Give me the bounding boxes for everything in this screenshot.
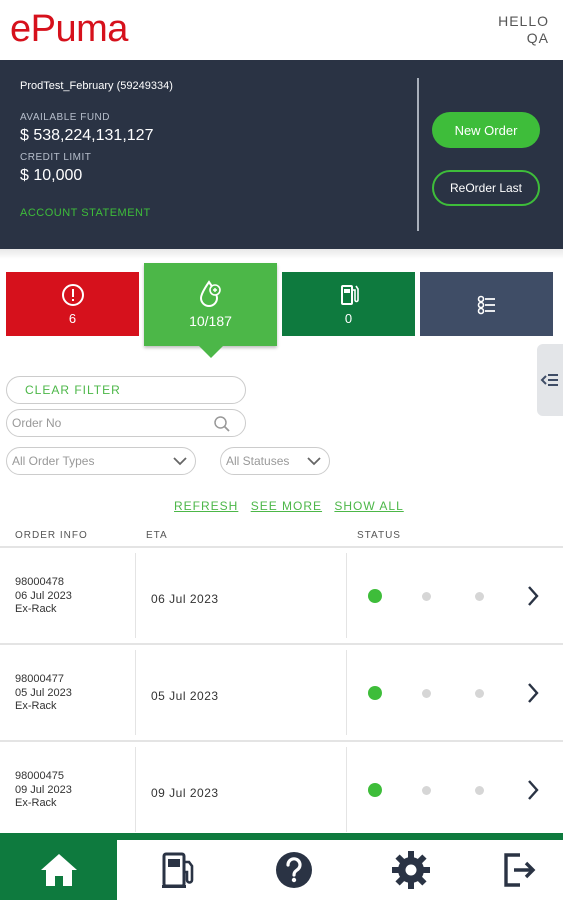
order-info-cell: 98000477 05 Jul 2023 Ex-Rack (15, 673, 72, 714)
help-icon (275, 852, 312, 888)
order-no-placeholder: Order No (12, 416, 62, 430)
status-step-pending (475, 592, 484, 601)
credit-limit-label: CREDIT LIMIT (20, 152, 92, 163)
show-all-link[interactable]: SHOW ALL (334, 499, 403, 513)
order-date: 05 Jul 2023 (15, 686, 72, 699)
reorder-last-button[interactable]: ReOrder Last (432, 170, 540, 206)
statuses-value: All Statuses (226, 454, 290, 468)
clear-filter-button[interactable]: CLEAR FILTER (6, 376, 246, 404)
tile-alerts[interactable]: 6 (6, 272, 139, 336)
order-date: 09 Jul 2023 (15, 783, 72, 796)
new-order-button[interactable]: New Order (432, 112, 540, 148)
account-statement-link[interactable]: ACCOUNT STATEMENT (20, 207, 151, 219)
col-eta: ETA (146, 530, 168, 541)
greeting-hello: HELLO (498, 13, 549, 29)
table-row[interactable]: 98000477 05 Jul 2023 Ex-Rack 05 Jul 2023 (0, 643, 563, 738)
status-step-done (368, 589, 382, 603)
order-types-value: All Order Types (12, 454, 95, 468)
alert-icon (60, 282, 86, 308)
order-number: 98000477 (15, 673, 64, 685)
orders-table-header: ORDER INFO ETA STATUS (0, 530, 563, 546)
content-shadow (0, 249, 563, 259)
top-bar: ePuma HELLO QA (0, 0, 563, 60)
side-drawer-tab[interactable] (537, 344, 563, 416)
available-fund-label: AVAILABLE FUND (20, 112, 110, 123)
epuma-logo: ePuma (10, 8, 128, 50)
available-fund-value: $ 538,224,131,127 (20, 127, 154, 144)
logout-icon (503, 853, 535, 887)
nav-settings[interactable] (346, 840, 476, 900)
pumps-count: 0 (344, 311, 353, 326)
cell-divider (346, 553, 347, 638)
cell-divider (346, 650, 347, 735)
order-number: 98000475 (15, 770, 64, 782)
fuel-drop-icon (198, 280, 224, 307)
eta-cell: 09 Jul 2023 (151, 786, 219, 800)
chevron-down-icon (173, 457, 187, 466)
collapse-left-icon (540, 374, 558, 386)
search-icon[interactable] (213, 415, 231, 433)
chevron-down-icon (307, 457, 321, 466)
fuel-pump-icon (336, 282, 362, 308)
order-type: Ex-Rack (15, 603, 57, 615)
account-name: ProdTest_February (59249334) (20, 80, 173, 92)
eta-cell: 05 Jul 2023 (151, 689, 219, 703)
status-step-pending (422, 786, 431, 795)
order-number: 98000478 (15, 576, 64, 588)
order-type: Ex-Rack (15, 700, 57, 712)
cell-divider (346, 747, 347, 832)
user-greeting[interactable]: HELLO QA (498, 13, 549, 47)
statuses-select[interactable]: All Statuses (220, 447, 330, 475)
tile-filter-list[interactable] (420, 272, 553, 336)
cell-divider (135, 650, 136, 735)
fuel-station-icon (162, 852, 194, 888)
home-icon (40, 854, 77, 886)
order-types-select[interactable]: All Order Types (6, 447, 196, 475)
table-row[interactable]: 98000475 09 Jul 2023 Ex-Rack 09 Jul 2023 (0, 740, 563, 835)
order-no-field[interactable]: Order No (6, 409, 246, 437)
chevron-right-icon[interactable] (525, 779, 541, 801)
list-actions: REFRESH SEE MORE SHOW ALL (174, 499, 412, 513)
nav-home[interactable] (0, 840, 117, 900)
credit-limit-value: $ 10,000 (20, 167, 83, 184)
nav-fuel-station[interactable] (117, 840, 241, 900)
settings-gear-icon (392, 851, 430, 889)
nav-logout[interactable] (476, 840, 563, 900)
tile-orders[interactable]: 10/187 (144, 263, 277, 358)
order-info-cell: 98000478 06 Jul 2023 Ex-Rack (15, 576, 72, 617)
status-step-done (368, 686, 382, 700)
col-status: STATUS (357, 530, 401, 541)
tile-selected-pointer (199, 346, 223, 358)
status-step-pending (422, 689, 431, 698)
chevron-right-icon[interactable] (525, 585, 541, 607)
greeting-username: QA (526, 30, 549, 46)
account-divider (417, 78, 419, 231)
status-step-pending (422, 592, 431, 601)
see-more-link[interactable]: SEE MORE (251, 499, 322, 513)
cell-divider (135, 747, 136, 832)
orders-count: 10/187 (189, 313, 232, 329)
cell-divider (135, 553, 136, 638)
col-order-info: ORDER INFO (15, 530, 88, 541)
tile-pumps[interactable]: 0 (282, 272, 415, 336)
list-filter-icon (474, 292, 500, 318)
order-type: Ex-Rack (15, 797, 57, 809)
account-panel: ProdTest_February (59249334) AVAILABLE F… (0, 60, 563, 249)
status-step-pending (475, 786, 484, 795)
status-step-done (368, 783, 382, 797)
alerts-count: 6 (68, 311, 77, 326)
order-info-cell: 98000475 09 Jul 2023 Ex-Rack (15, 770, 72, 811)
nav-help[interactable] (241, 840, 346, 900)
bottom-nav (0, 840, 563, 900)
bottom-nav-accent (0, 833, 563, 840)
status-step-pending (475, 689, 484, 698)
eta-cell: 06 Jul 2023 (151, 592, 219, 606)
chevron-right-icon[interactable] (525, 682, 541, 704)
order-date: 06 Jul 2023 (15, 589, 72, 602)
table-row[interactable]: 98000478 06 Jul 2023 Ex-Rack 06 Jul 2023 (0, 546, 563, 641)
refresh-link[interactable]: REFRESH (174, 499, 238, 513)
